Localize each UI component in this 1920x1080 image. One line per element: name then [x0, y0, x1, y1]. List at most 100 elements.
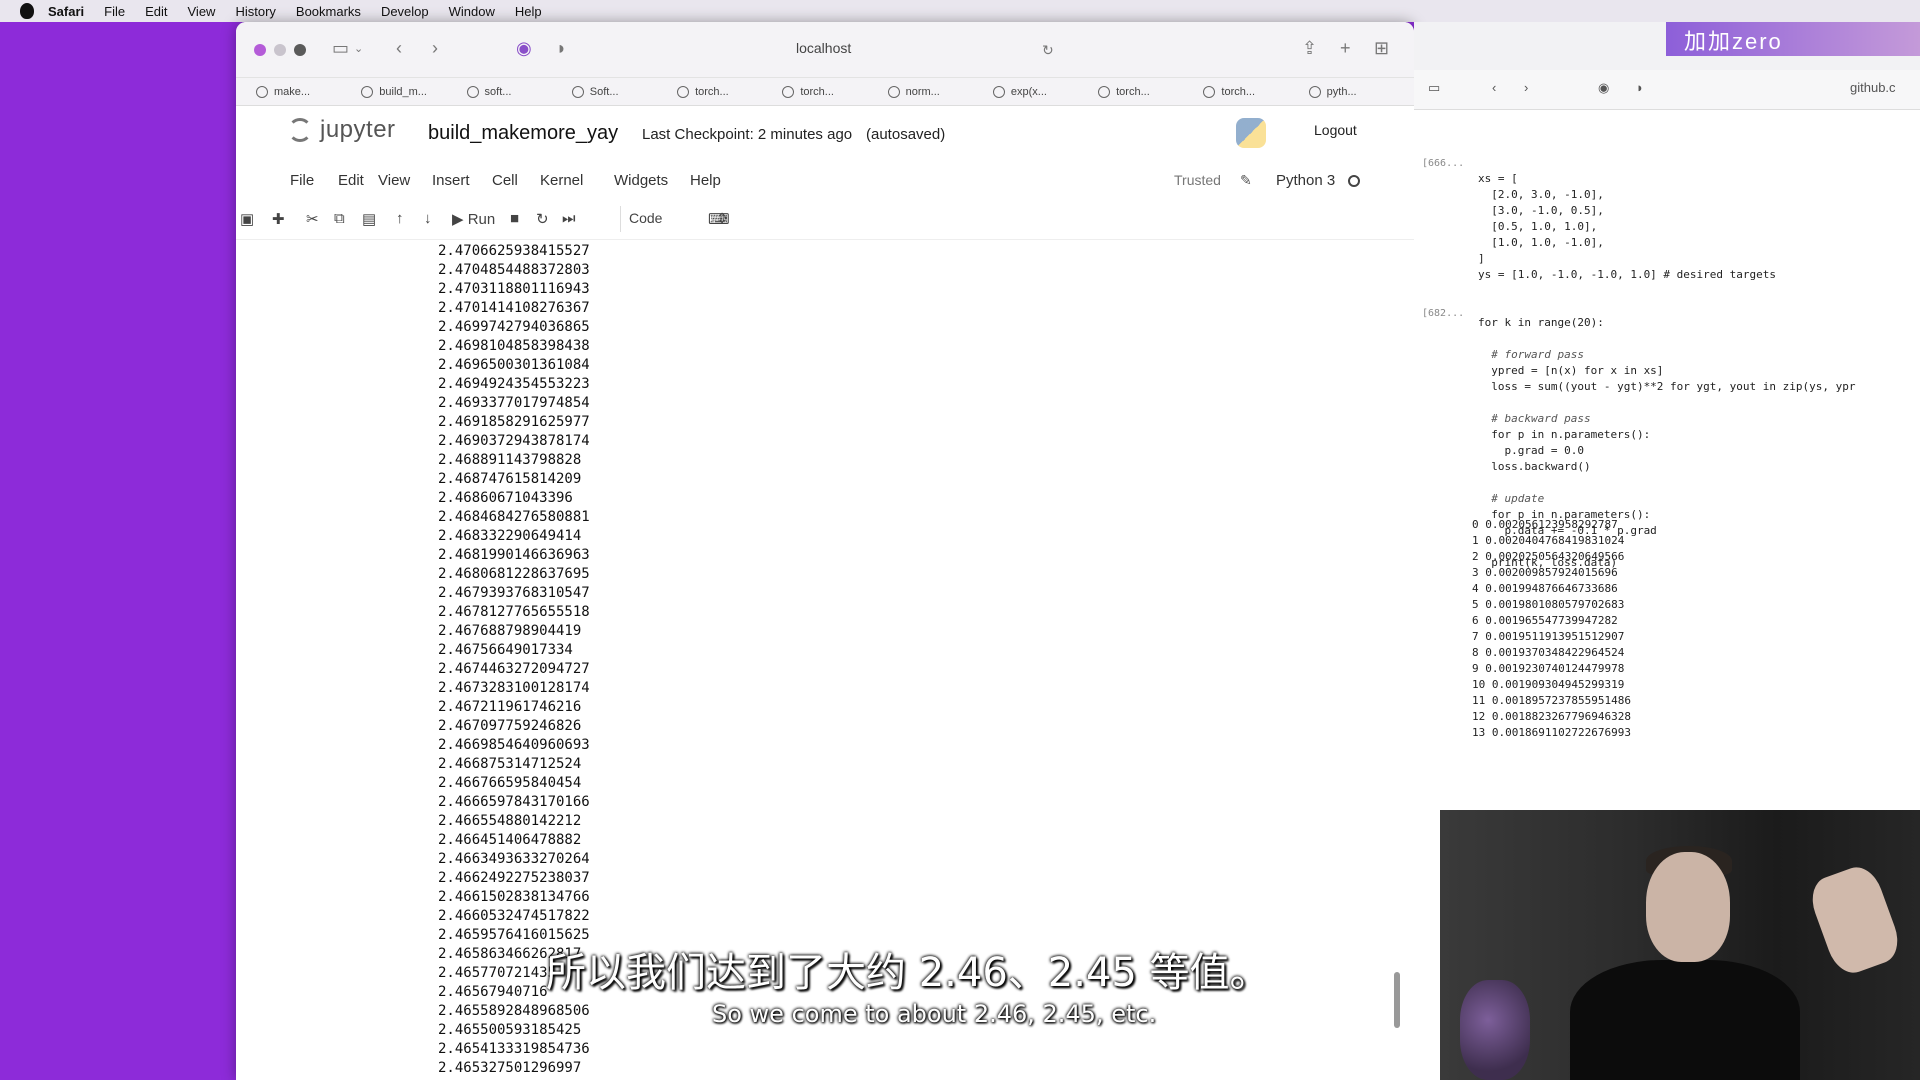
sidebar-icon[interactable]: ▭	[332, 38, 349, 59]
address-bar[interactable]: localhost	[796, 40, 851, 56]
shield-icon[interactable]: ◗	[556, 38, 567, 59]
bookmark-item[interactable]: torch...	[1098, 85, 1203, 98]
jmenu-view[interactable]: View	[378, 172, 410, 189]
shield-icon[interactable]: ◗	[1636, 80, 1644, 95]
google-icon	[466, 85, 479, 98]
bookmark-item[interactable]: torch...	[677, 85, 782, 98]
menu-window[interactable]: Window	[449, 4, 495, 19]
jmenu-edit[interactable]: Edit	[338, 172, 364, 189]
bookmark-item[interactable]: pyth...	[1308, 85, 1414, 98]
jupyter-orbit-icon	[288, 118, 312, 142]
menu-safari[interactable]: Safari	[48, 4, 84, 19]
bookmark-item[interactable]: make...	[256, 85, 361, 98]
chevron-down-icon[interactable]: ⌄	[354, 42, 363, 55]
autosave-status: (autosaved)	[866, 126, 946, 143]
forward-icon[interactable]: ›	[1524, 80, 1528, 95]
code-line: p.grad = 0.0	[1478, 444, 1584, 457]
jupyter-logo-text: jupyter	[320, 116, 396, 143]
jmenu-cell[interactable]: Cell	[492, 172, 518, 189]
apple-icon[interactable]	[20, 3, 34, 19]
jmenu-widgets[interactable]: Widgets	[614, 172, 668, 189]
jupyter-logo[interactable]: jupyter	[288, 116, 396, 144]
menu-view[interactable]: View	[188, 4, 216, 19]
jmenu-help[interactable]: Help	[690, 172, 721, 189]
safari-toolbar: ▭ ⌄ ‹ › ◉ ◗ localhost ↻ ⇪ + ⊞	[236, 22, 1414, 78]
jmenu-kernel[interactable]: Kernel	[540, 172, 583, 189]
code-line: [3.0, -1.0, 0.5],	[1478, 204, 1604, 217]
pytorch-icon	[571, 85, 584, 98]
bookmark-label: torch...	[1221, 85, 1256, 98]
bookmark-item[interactable]: exp(x...	[992, 85, 1098, 98]
cut-icon[interactable]: ✂	[306, 210, 319, 228]
pencil-icon[interactable]: ✎	[1240, 172, 1252, 189]
jmenu-file[interactable]: File	[290, 172, 314, 189]
minimize-window-button[interactable]	[274, 44, 286, 56]
output-line: 2.466875314712524	[438, 756, 582, 772]
output-line: 2.46756649017334	[438, 642, 573, 658]
copy-icon[interactable]: ⧉	[334, 210, 345, 227]
output-row: 1 0.0020404768419831024	[1472, 534, 1625, 547]
safari-window: ▭ ⌄ ‹ › ◉ ◗ localhost ↻ ⇪ + ⊞ make... bu…	[236, 22, 1414, 1080]
checkpoint-status: Last Checkpoint: 2 minutes ago	[642, 126, 853, 143]
zoom-window-button[interactable]	[294, 44, 306, 56]
bookmark-item[interactable]: Soft...	[571, 85, 677, 98]
menu-develop[interactable]: Develop	[381, 4, 429, 19]
restart-icon[interactable]: ↻	[536, 210, 549, 228]
code-line: [0.5, 1.0, 1.0],	[1478, 220, 1598, 233]
menu-file[interactable]: File	[104, 4, 125, 19]
add-cell-icon[interactable]: ✚	[272, 210, 285, 228]
pytorch-icon	[677, 85, 690, 98]
code-line: # forward pass	[1478, 348, 1584, 361]
output-line: 2.467688798904419	[438, 623, 582, 639]
notebook-name[interactable]: build_makemore_yay	[428, 122, 618, 145]
bookmark-item[interactable]: torch...	[782, 85, 887, 98]
kernel-name[interactable]: Python 3	[1276, 172, 1335, 189]
trusted-indicator[interactable]: Trusted	[1174, 172, 1221, 188]
cell-prompt: [682...	[1422, 308, 1465, 319]
bookmark-item[interactable]: build_m...	[361, 85, 466, 98]
forward-icon[interactable]: ›	[432, 38, 438, 59]
bookmark-item[interactable]: norm...	[887, 85, 993, 98]
keyboard-icon[interactable]: ⌨	[708, 210, 730, 228]
scrollbar[interactable]	[1394, 972, 1400, 1028]
menu-help[interactable]: Help	[515, 4, 542, 19]
cell-type-value: Code	[629, 210, 663, 226]
output-line: 2.4654133319854736	[438, 1041, 590, 1057]
fast-forward-icon[interactable]: ⏭	[562, 210, 576, 227]
output-line: 2.4699742794036865	[438, 319, 590, 335]
close-window-button[interactable]	[254, 44, 266, 56]
tab-overview-icon[interactable]: ⊞	[1374, 38, 1389, 59]
output-line: 2.466451406478882	[438, 832, 582, 848]
menu-edit[interactable]: Edit	[145, 4, 167, 19]
save-icon[interactable]: ▣	[240, 210, 254, 228]
password-icon[interactable]: ◉	[516, 38, 532, 59]
back-icon[interactable]: ‹	[396, 38, 402, 59]
jmenu-insert[interactable]: Insert	[432, 172, 470, 189]
bookmark-item[interactable]: torch...	[1203, 85, 1308, 98]
move-up-icon[interactable]: ↑	[396, 210, 404, 227]
code-line: for k in range(20):	[1478, 316, 1604, 329]
output-line: 2.4703118801116943	[438, 281, 590, 297]
paste-icon[interactable]: ▤	[362, 210, 376, 228]
share-icon[interactable]: ⇪	[1302, 38, 1317, 59]
cell-prompt: [666...	[1422, 158, 1465, 169]
stop-icon[interactable]: ■	[510, 210, 519, 227]
code-line: ypred = [n(x) for x in xs]	[1478, 364, 1664, 377]
output-row: 12 0.0018823267796946328	[1472, 710, 1631, 723]
reload-icon[interactable]: ↻	[1042, 42, 1054, 59]
move-down-icon[interactable]: ↓	[424, 210, 432, 227]
menu-bookmarks[interactable]: Bookmarks	[296, 4, 361, 19]
password-icon[interactable]: ◉	[1598, 80, 1609, 96]
code-line: [1.0, 1.0, -1.0],	[1478, 236, 1604, 249]
code-line: xs = [	[1478, 172, 1518, 185]
secondary-address-bar[interactable]: github.c	[1850, 80, 1896, 95]
menu-history[interactable]: History	[235, 4, 275, 19]
new-tab-icon[interactable]: +	[1340, 38, 1351, 59]
run-button[interactable]: ▶ Run	[452, 210, 495, 228]
secondary-toolbar: ▭ ‹ › ◉ ◗ github.c	[1414, 70, 1920, 110]
output-line: 2.4655892848968506	[438, 1003, 590, 1019]
bookmark-item[interactable]: soft...	[466, 85, 572, 98]
back-icon[interactable]: ‹	[1492, 80, 1496, 95]
sidebar-icon[interactable]: ▭	[1428, 80, 1440, 96]
logout-button[interactable]: Logout	[1302, 116, 1369, 144]
